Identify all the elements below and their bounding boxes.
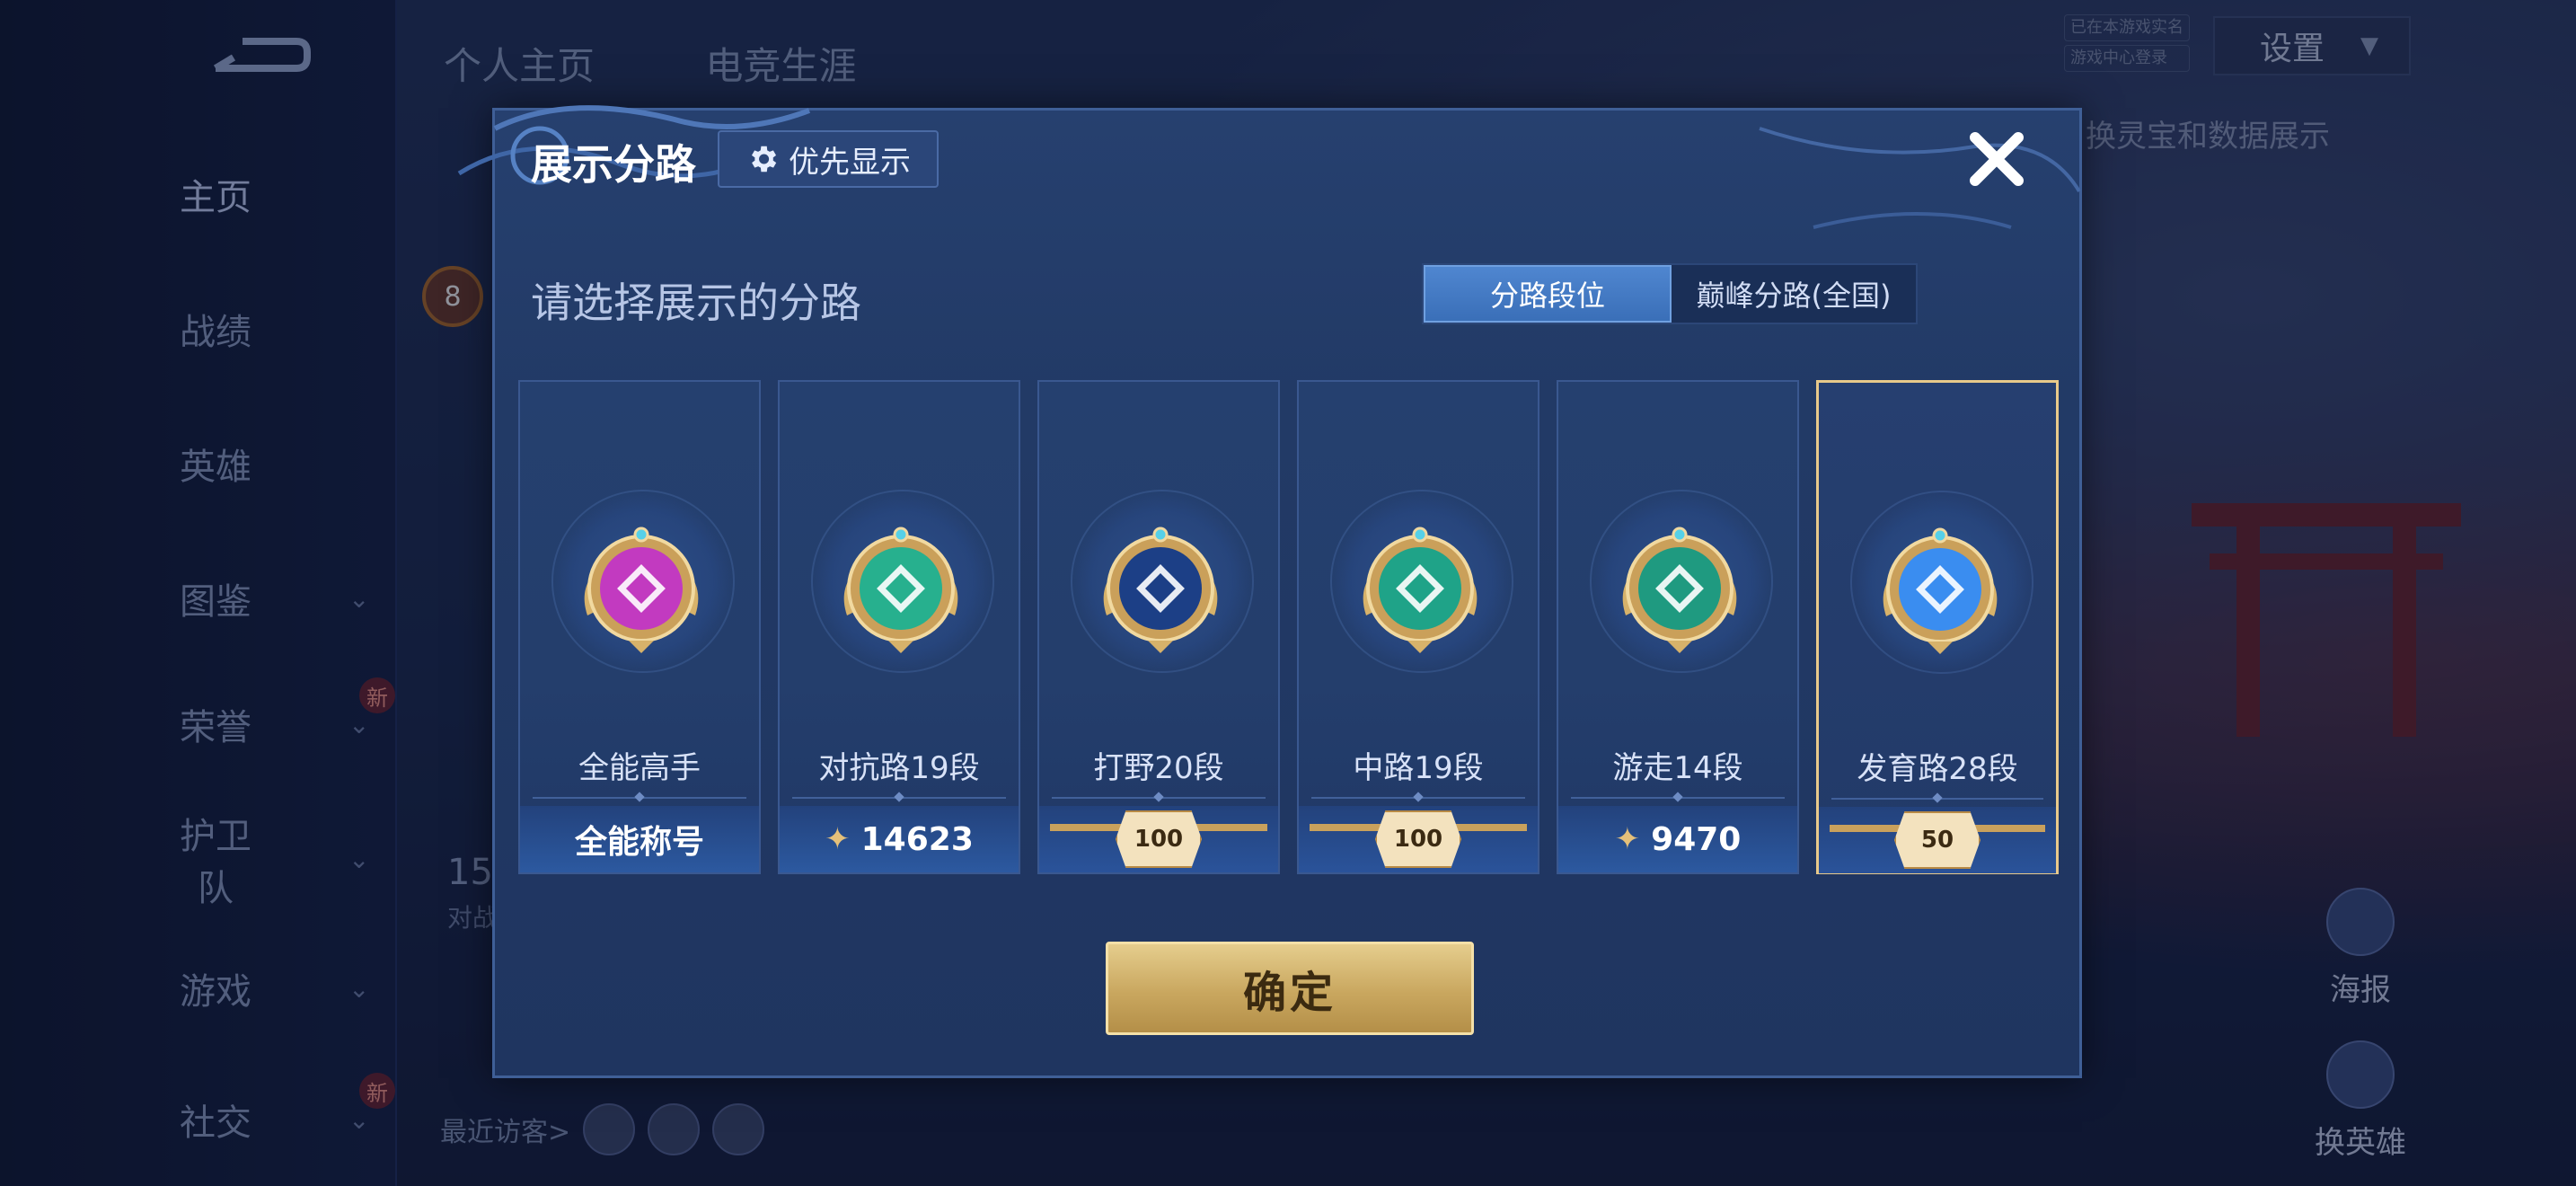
badge-wing <box>1973 825 2045 832</box>
lane-emblem-icon <box>1103 527 1218 653</box>
badge-wing <box>1050 824 1122 831</box>
lane-card[interactable]: 中路19段 100 <box>1297 380 1539 874</box>
priority-display-label: 优先显示 <box>789 144 911 181</box>
close-icon[interactable] <box>1961 123 2033 195</box>
lane-card-title-text: 全能称号 <box>574 824 704 861</box>
lane-card[interactable]: 游走14段 ✦ 9470 <box>1557 380 1799 874</box>
points-icon: ✦ <box>1614 821 1641 857</box>
tab-lane-rank[interactable]: 分路段位 <box>1424 265 1672 323</box>
lane-card-star-badge: 50 <box>1819 807 2056 873</box>
badge-wing <box>1195 824 1267 831</box>
lane-card-points-value: 9470 <box>1651 820 1742 858</box>
lane-card-name: 打野20段 <box>1093 750 1224 786</box>
divider <box>533 797 746 799</box>
star-count-badge: 100 <box>1375 810 1461 868</box>
lane-card[interactable]: 打野20段 100 <box>1037 380 1280 874</box>
lane-mode-toggle: 分路段位 巅峰分路(全国) <box>1422 263 1918 324</box>
display-lane-dialog: 展示分路 优先显示 请选择展示的分路 分路段位 巅峰分路(全国) 全能高手全能称… <box>457 105 2082 1078</box>
lane-card[interactable]: 发育路28段 50 <box>1816 380 2059 874</box>
divider <box>1311 797 1525 799</box>
lane-card-points-value: 14623 <box>860 820 974 858</box>
lane-card-title: 全能称号 <box>520 806 759 872</box>
confirm-label: 确定 <box>1242 968 1337 1018</box>
lane-emblem-icon <box>584 527 699 653</box>
badge-wing <box>1310 824 1381 831</box>
lane-card-name: 发育路28段 <box>1857 751 2018 787</box>
badge-wing <box>1830 825 1901 832</box>
lane-card-name: 对抗路19段 <box>818 750 980 786</box>
gear-icon <box>751 146 777 173</box>
lane-card-list: 全能高手 全能称号 对抗路19段 ✦ 14623 打野20段 100 中路19段 100 游走14… <box>518 380 2063 874</box>
dialog-title: 展示分路 <box>531 140 696 189</box>
star-count-badge: 100 <box>1116 810 1202 868</box>
tab-peak-lane[interactable]: 巅峰分路(全国) <box>1672 265 1916 323</box>
lane-card[interactable]: 对抗路19段 ✦ 14623 <box>778 380 1020 874</box>
lane-card-star-badge: 100 <box>1039 806 1278 872</box>
lane-card-star-badge: 100 <box>1299 806 1538 872</box>
divider <box>1831 798 2043 800</box>
lane-card-points: ✦ 9470 <box>1558 806 1797 872</box>
points-icon: ✦ <box>825 821 851 857</box>
dialog-subtitle: 请选择展示的分路 <box>531 279 861 327</box>
lane-emblem-icon <box>1622 527 1737 653</box>
lane-card-points: ✦ 14623 <box>780 806 1019 872</box>
lane-card-name: 中路19段 <box>1353 750 1484 786</box>
divider <box>1052 797 1266 799</box>
lane-card-name: 游走14段 <box>1612 750 1743 786</box>
divider <box>1571 797 1785 799</box>
lane-card-name: 全能高手 <box>578 750 701 786</box>
divider <box>792 797 1006 799</box>
star-count-badge: 50 <box>1894 811 1981 869</box>
lane-emblem-icon <box>843 527 958 653</box>
lane-emblem-icon <box>1363 527 1478 653</box>
lane-card[interactable]: 全能高手 全能称号 <box>518 380 761 874</box>
confirm-button[interactable]: 确定 <box>1106 942 1474 1035</box>
priority-display-button[interactable]: 优先显示 <box>718 130 939 188</box>
badge-wing <box>1455 824 1527 831</box>
lane-emblem-icon <box>1883 527 1998 654</box>
